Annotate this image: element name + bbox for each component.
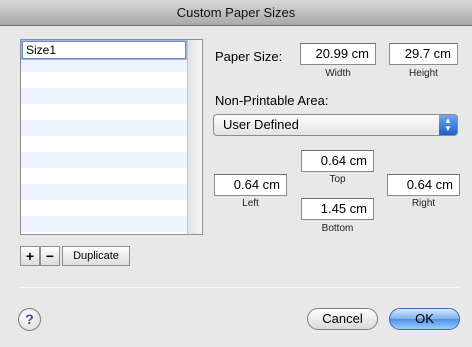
window-title: Custom Paper Sizes [0,0,472,26]
bottom-margin-field[interactable]: 1.45 cm [301,198,374,220]
duplicate-button[interactable]: Duplicate [62,246,130,266]
list-row [21,216,188,232]
left-margin-field[interactable]: 0.64 cm [214,174,287,196]
top-margin-label: Top [329,174,346,185]
cancel-button[interactable]: Cancel [307,308,378,330]
left-margin-label: Left [242,198,259,209]
list-row [21,200,188,216]
dialog-content: Size1 + − Duplicate Paper Size: 20.99 cm… [0,26,472,347]
paper-size-list[interactable]: Size1 [20,39,203,235]
divider [20,287,459,288]
height-field[interactable]: 29.7 cm [389,43,458,65]
remove-button[interactable]: − [40,246,60,266]
ok-button[interactable]: OK [389,308,460,330]
list-row [21,104,188,120]
width-field[interactable]: 20.99 cm [300,43,376,65]
bottom-margin-label: Bottom [321,223,354,234]
list-row [21,152,188,168]
add-button[interactable]: + [20,246,40,266]
paper-size-label: Paper Size: [215,49,283,64]
list-row [21,136,188,152]
help-button[interactable]: ? [18,308,41,331]
up-down-arrows-icon: ▲ ▼ [439,115,457,135]
right-margin-label: Right [411,198,436,209]
list-scrollbar[interactable] [187,40,202,234]
list-row [21,184,188,200]
list-row [21,88,188,104]
non-printable-area-select[interactable]: User Defined ▲ ▼ [213,114,458,136]
right-margin-field[interactable]: 0.64 cm [387,174,460,196]
list-row [21,120,188,136]
width-label: Width [325,68,351,79]
non-printable-area-selected: User Defined [223,117,299,132]
list-item-size1[interactable]: Size1 [22,41,186,59]
list-row [21,72,188,88]
height-label: Height [409,68,438,79]
top-margin-field[interactable]: 0.64 cm [301,150,374,172]
non-printable-area-label: Non-Printable Area: [215,93,329,108]
list-row [21,168,188,184]
